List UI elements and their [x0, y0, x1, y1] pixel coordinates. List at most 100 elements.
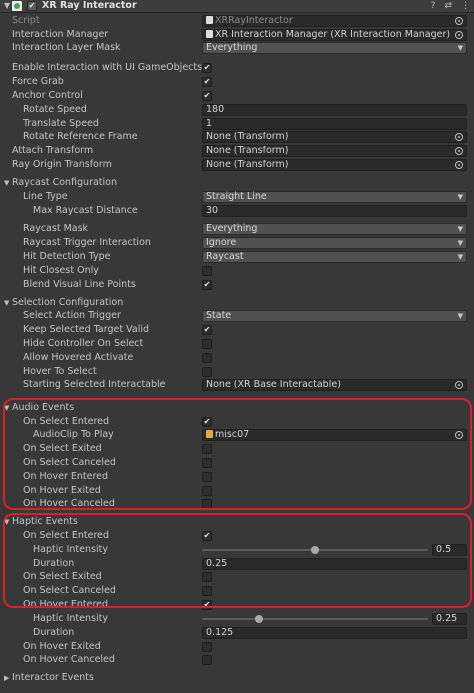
haptic-on-hover-canceled-checkbox[interactable]: [202, 655, 212, 665]
enable-ui-label: Enable Interaction with UI GameObjects: [12, 62, 203, 73]
enable-ui-row: Enable Interaction with UI GameObjects ✔: [0, 61, 474, 75]
allow-hovered-activate-label: Allow Hovered Activate: [23, 352, 134, 363]
keep-selected-row: Keep Selected Target Valid ✔: [0, 323, 474, 337]
fold-arrow-icon[interactable]: ▼: [4, 515, 9, 529]
audio-on-select-exited-row: On Select Exited: [0, 442, 474, 456]
raycast-trigger-interaction-label: Raycast Trigger Interaction: [23, 237, 151, 248]
hover-duration-input[interactable]: 0.125: [202, 627, 467, 639]
haptic-on-select-canceled-label: On Select Canceled: [23, 585, 116, 596]
slider-handle[interactable]: [254, 615, 263, 623]
line-type-dropdown[interactable]: Straight Line ▼: [202, 191, 467, 203]
audio-on-select-exited-checkbox[interactable]: [202, 444, 212, 454]
rotate-ref-frame-row: Rotate Reference Frame None (Transform): [0, 130, 474, 144]
hover-haptic-intensity-input[interactable]: 0.25: [432, 613, 467, 625]
haptic-on-select-canceled-checkbox[interactable]: [202, 586, 212, 596]
object-picker-icon[interactable]: [455, 133, 463, 141]
starting-selected-field[interactable]: None (XR Base Interactable): [202, 379, 467, 391]
object-picker-icon: [455, 17, 463, 25]
anchor-control-checkbox[interactable]: ✔: [202, 91, 212, 101]
audio-on-hover-entered-checkbox[interactable]: [202, 472, 212, 482]
interaction-layer-mask-label: Interaction Layer Mask: [12, 42, 121, 53]
haptic-on-hover-canceled-row: On Hover Canceled: [0, 653, 474, 667]
fold-arrow-icon[interactable]: ▶: [4, 671, 9, 685]
context-menu-icon[interactable]: ⋮: [461, 0, 470, 12]
select-haptic-intensity-input[interactable]: 0.5: [432, 544, 467, 556]
audioclip-field[interactable]: misc07: [202, 429, 467, 441]
blend-visual-checkbox[interactable]: ✔: [202, 280, 212, 290]
line-type-row: Line Type Straight Line ▼: [0, 190, 474, 204]
interactor-events-foldout[interactable]: ▶ Interactor Events: [0, 671, 474, 685]
hide-controller-checkbox[interactable]: [202, 339, 212, 349]
audio-on-hover-exited-checkbox[interactable]: [202, 486, 212, 496]
interaction-manager-row: Interaction Manager XR Interaction Manag…: [0, 28, 474, 42]
header-buttons: ? ⇄ ⋮: [431, 0, 470, 12]
raycast-mask-row: Raycast Mask Everything ▼: [0, 222, 474, 236]
max-raycast-distance-label: Max Raycast Distance: [33, 205, 138, 216]
attach-transform-field[interactable]: None (Transform): [202, 145, 467, 157]
fold-arrow-icon[interactable]: ▼: [4, 176, 9, 190]
hit-detection-dropdown[interactable]: Raycast ▼: [202, 251, 467, 263]
object-picker-icon[interactable]: [455, 161, 463, 169]
fold-arrow-icon[interactable]: ▼: [4, 1, 10, 10]
object-picker-icon[interactable]: [455, 31, 463, 39]
keep-selected-checkbox[interactable]: ✔: [202, 325, 212, 335]
haptic-on-hover-exited-checkbox[interactable]: [202, 642, 212, 652]
interaction-layer-mask-dropdown[interactable]: Everything ▼: [202, 42, 467, 54]
enable-ui-checkbox[interactable]: ✔: [202, 63, 212, 73]
presets-icon[interactable]: ⇄: [444, 0, 452, 12]
audio-on-hover-canceled-row: On Hover Canceled: [0, 497, 474, 511]
audio-on-hover-canceled-checkbox[interactable]: [202, 499, 212, 509]
audio-on-select-canceled-checkbox[interactable]: [202, 458, 212, 468]
allow-hovered-activate-checkbox[interactable]: [202, 353, 212, 363]
chevron-down-icon: ▼: [457, 312, 463, 320]
slider-handle[interactable]: [311, 546, 319, 554]
object-picker-icon[interactable]: [455, 431, 463, 439]
select-haptic-intensity-row: Haptic Intensity 0.5: [0, 543, 474, 557]
interaction-manager-icon: [206, 30, 213, 38]
rotate-ref-frame-field[interactable]: None (Transform): [202, 131, 467, 143]
script-component-icon: [12, 1, 22, 11]
rotate-speed-input[interactable]: 180: [202, 104, 467, 116]
interaction-manager-field[interactable]: XR Interaction Manager (XR Interaction M…: [202, 29, 467, 41]
fold-arrow-icon[interactable]: ▼: [4, 401, 9, 415]
hover-haptic-intensity-row: Haptic Intensity 0.25: [0, 612, 474, 626]
force-grab-checkbox[interactable]: ✔: [202, 77, 212, 87]
ray-origin-field[interactable]: None (Transform): [202, 159, 467, 171]
haptic-on-hover-canceled-label: On Hover Canceled: [23, 654, 115, 665]
chevron-down-icon: ▼: [457, 44, 463, 52]
haptic-on-select-exited-checkbox[interactable]: [202, 572, 212, 582]
select-duration-row: Duration 0.25: [0, 557, 474, 571]
audio-on-select-canceled-label: On Select Canceled: [23, 457, 116, 468]
audioclip-label: AudioClip To Play: [33, 429, 114, 440]
hide-controller-label: Hide Controller On Select: [23, 338, 144, 349]
select-action-trigger-dropdown[interactable]: State ▼: [202, 310, 467, 322]
selection-config-foldout[interactable]: ▼ Selection Configuration: [0, 296, 474, 310]
hover-to-select-checkbox[interactable]: [202, 367, 212, 377]
object-picker-icon[interactable]: [455, 147, 463, 155]
haptic-on-hover-entered-checkbox[interactable]: ✔: [202, 600, 212, 610]
component-enabled-checkbox[interactable]: ✔: [27, 1, 37, 11]
select-duration-input[interactable]: 0.25: [202, 558, 467, 570]
max-raycast-distance-input[interactable]: 30: [202, 205, 467, 217]
hover-haptic-intensity-label: Haptic Intensity: [33, 613, 108, 624]
haptic-events-foldout[interactable]: ▼ Haptic Events: [0, 515, 474, 529]
audio-on-select-canceled-row: On Select Canceled: [0, 456, 474, 470]
translate-speed-input[interactable]: 1: [202, 118, 467, 130]
help-icon[interactable]: ?: [431, 0, 436, 12]
hover-to-select-label: Hover To Select: [23, 366, 97, 377]
raycast-mask-dropdown[interactable]: Everything ▼: [202, 223, 467, 235]
raycast-trigger-interaction-dropdown[interactable]: Ignore ▼: [202, 237, 467, 249]
hover-haptic-intensity-slider[interactable]: [202, 618, 428, 620]
hit-closest-checkbox[interactable]: [202, 266, 212, 276]
fold-arrow-icon[interactable]: ▼: [4, 296, 9, 310]
raycast-config-foldout[interactable]: ▼ Raycast Configuration: [0, 176, 474, 190]
audio-on-select-entered-checkbox[interactable]: ✔: [202, 417, 212, 427]
audio-on-hover-entered-label: On Hover Entered: [23, 471, 109, 482]
haptic-on-select-entered-checkbox[interactable]: ✔: [202, 531, 212, 541]
object-picker-icon[interactable]: [455, 381, 463, 389]
chevron-down-icon: ▼: [457, 239, 463, 247]
anchor-control-row: Anchor Control ✔: [0, 89, 474, 103]
haptic-on-hover-exited-row: On Hover Exited: [0, 640, 474, 654]
audio-events-foldout[interactable]: ▼ Audio Events: [0, 401, 474, 415]
hit-detection-row: Hit Detection Type Raycast ▼: [0, 250, 474, 264]
